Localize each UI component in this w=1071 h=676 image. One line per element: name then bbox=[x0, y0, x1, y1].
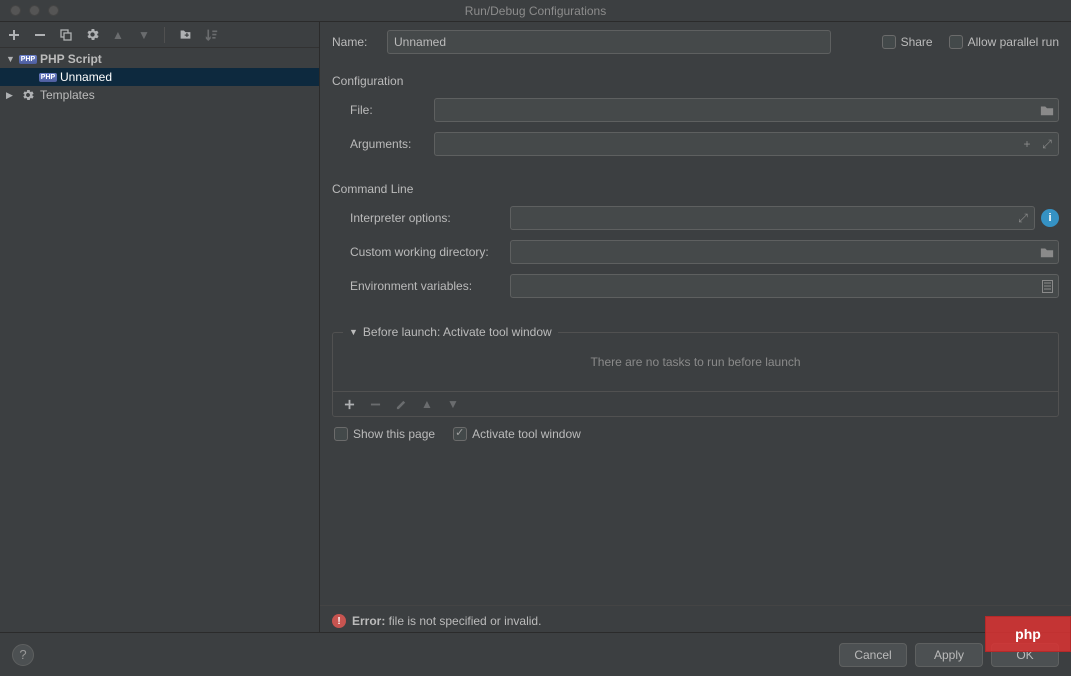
expand-icon[interactable]: ⤢ bbox=[1015, 210, 1031, 226]
browse-folder-icon[interactable] bbox=[1039, 102, 1055, 118]
php-icon: PHP bbox=[20, 52, 36, 66]
browse-folder-icon[interactable] bbox=[1039, 244, 1055, 260]
config-form: Name: Share Allow parallel run Configura… bbox=[320, 22, 1071, 632]
plus-icon[interactable]: + bbox=[1019, 136, 1035, 152]
interp-input[interactable] bbox=[510, 206, 1035, 230]
before-launch-legend[interactable]: ▼ Before launch: Activate tool window bbox=[343, 325, 558, 339]
config-tree: ▼ PHP PHP Script PHP Unnamed ▶ Templates bbox=[0, 48, 319, 632]
tree-label: Unnamed bbox=[60, 70, 112, 84]
tree-templates[interactable]: ▶ Templates bbox=[0, 86, 319, 104]
tree-php-script[interactable]: ▼ PHP PHP Script bbox=[0, 50, 319, 68]
folder-btn[interactable] bbox=[177, 27, 193, 43]
copy-config-btn[interactable] bbox=[58, 27, 74, 43]
dialog-footer: ? Cancel Apply OK bbox=[0, 632, 1071, 676]
titlebar: Run/Debug Configurations bbox=[0, 0, 1071, 22]
interp-row: Interpreter options: ⤢ i bbox=[332, 204, 1059, 232]
tree-label: PHP Script bbox=[40, 52, 102, 66]
env-label: Environment variables: bbox=[350, 279, 510, 293]
parallel-label: Allow parallel run bbox=[968, 35, 1059, 49]
file-label: File: bbox=[350, 103, 434, 117]
before-launch-fieldset: ▼ Before launch: Activate tool window Th… bbox=[332, 332, 1059, 417]
error-text: Error: file is not specified or invalid. bbox=[352, 614, 541, 628]
workdir-row: Custom working directory: bbox=[332, 238, 1059, 266]
config-section-title: Configuration bbox=[332, 74, 1059, 88]
interp-label: Interpreter options: bbox=[350, 211, 510, 225]
args-input[interactable] bbox=[434, 132, 1059, 156]
error-icon: ! bbox=[332, 614, 346, 628]
activate-checkbox[interactable] bbox=[453, 427, 467, 441]
show-page-checkbox-row[interactable]: Show this page bbox=[334, 427, 435, 441]
apply-button[interactable]: Apply bbox=[915, 643, 983, 667]
share-checkbox-row[interactable]: Share bbox=[882, 35, 933, 49]
name-row: Name: Share Allow parallel run bbox=[332, 28, 1059, 56]
add-task-btn[interactable] bbox=[341, 396, 357, 412]
tree-label: Templates bbox=[40, 88, 95, 102]
php-icon: PHP bbox=[40, 70, 56, 84]
args-label: Arguments: bbox=[350, 137, 434, 151]
move-down-btn[interactable]: ▼ bbox=[445, 396, 461, 412]
main-area: ▲ ▼ ▼ PHP PHP Script PHP Unnamed ▶ Templ… bbox=[0, 22, 1071, 632]
window-title: Run/Debug Configurations bbox=[0, 4, 1071, 18]
sort-btn[interactable] bbox=[203, 27, 219, 43]
error-row: ! Error: file is not specified or invali… bbox=[320, 605, 1071, 632]
settings-btn[interactable] bbox=[84, 27, 100, 43]
cmdline-section-title: Command Line bbox=[332, 182, 1059, 196]
collapse-icon: ▼ bbox=[6, 54, 16, 64]
workdir-label: Custom working directory: bbox=[350, 245, 510, 259]
move-down-btn[interactable]: ▼ bbox=[136, 27, 152, 43]
move-up-btn[interactable]: ▲ bbox=[110, 27, 126, 43]
name-label: Name: bbox=[332, 35, 377, 49]
edit-task-btn[interactable] bbox=[393, 396, 409, 412]
cancel-button[interactable]: Cancel bbox=[839, 643, 907, 667]
expand-icon: ▶ bbox=[6, 90, 16, 101]
parallel-checkbox-row[interactable]: Allow parallel run bbox=[949, 35, 1059, 49]
tree-unnamed[interactable]: PHP Unnamed bbox=[0, 68, 319, 86]
collapse-icon: ▼ bbox=[349, 327, 358, 337]
launch-options-row: Show this page Activate tool window bbox=[332, 417, 1059, 441]
help-button[interactable]: ? bbox=[12, 644, 34, 666]
share-checkbox[interactable] bbox=[882, 35, 896, 49]
error-label: Error: bbox=[352, 614, 385, 628]
before-launch-toolbar: ▲ ▼ bbox=[333, 391, 1058, 416]
before-launch-title: Before launch: Activate tool window bbox=[363, 325, 552, 339]
sidebar-toolbar: ▲ ▼ bbox=[0, 22, 319, 48]
list-edit-icon[interactable] bbox=[1039, 278, 1055, 294]
error-message: file is not specified or invalid. bbox=[385, 614, 541, 628]
toolbar-separator bbox=[164, 27, 165, 43]
name-input[interactable] bbox=[387, 30, 831, 54]
watermark-badge: php bbox=[985, 616, 1071, 652]
expand-icon[interactable]: ⤢ bbox=[1039, 136, 1055, 152]
env-row: Environment variables: bbox=[332, 272, 1059, 300]
config-sidebar: ▲ ▼ ▼ PHP PHP Script PHP Unnamed ▶ Templ… bbox=[0, 22, 320, 632]
activate-label: Activate tool window bbox=[472, 427, 581, 441]
args-row: Arguments: + ⤢ bbox=[332, 130, 1059, 158]
remove-task-btn[interactable] bbox=[367, 396, 383, 412]
file-row: File: bbox=[332, 96, 1059, 124]
move-up-btn[interactable]: ▲ bbox=[419, 396, 435, 412]
activate-checkbox-row[interactable]: Activate tool window bbox=[453, 427, 581, 441]
file-input[interactable] bbox=[434, 98, 1059, 122]
show-page-checkbox[interactable] bbox=[334, 427, 348, 441]
info-icon[interactable]: i bbox=[1041, 209, 1059, 227]
show-page-label: Show this page bbox=[353, 427, 435, 441]
parallel-checkbox[interactable] bbox=[949, 35, 963, 49]
workdir-input[interactable] bbox=[510, 240, 1059, 264]
before-launch-empty: There are no tasks to run before launch bbox=[333, 333, 1058, 391]
env-input[interactable] bbox=[510, 274, 1059, 298]
remove-config-btn[interactable] bbox=[32, 27, 48, 43]
settings-icon bbox=[20, 88, 36, 102]
add-config-btn[interactable] bbox=[6, 27, 22, 43]
share-label: Share bbox=[901, 35, 933, 49]
